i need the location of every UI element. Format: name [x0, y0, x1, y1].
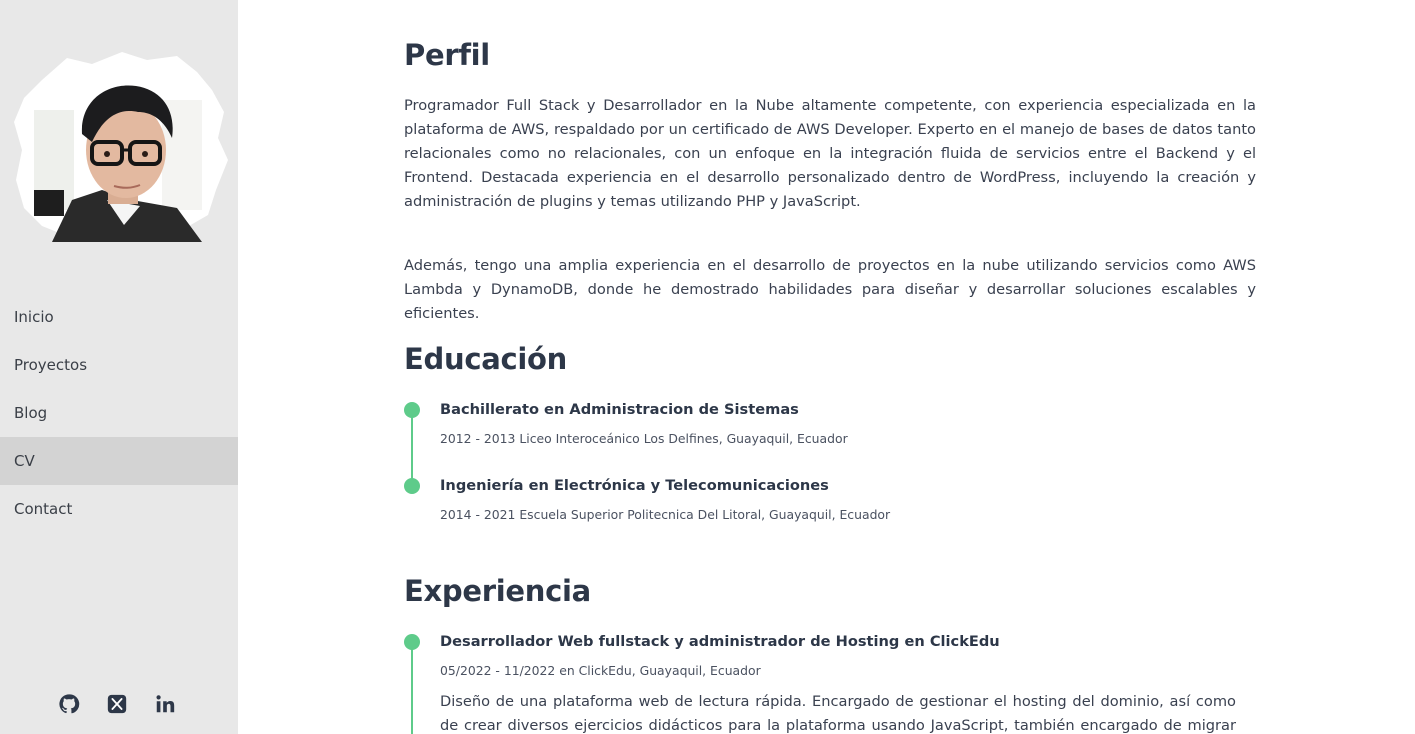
- experience-item-title: Desarrollador Web fullstack y administra…: [440, 633, 1000, 650]
- profile-photo: [14, 52, 228, 242]
- nav-item-inicio[interactable]: Inicio: [0, 293, 238, 341]
- timeline-line: [411, 640, 413, 734]
- educacion-title: Educación: [404, 342, 567, 376]
- nav-item-contact[interactable]: Contact: [0, 485, 238, 533]
- nav-item-cv[interactable]: CV: [0, 437, 238, 485]
- perfil-title: Perfil: [404, 38, 490, 72]
- github-icon[interactable]: [58, 693, 80, 715]
- experience-item-meta: 05/2022 - 11/2022 en ClickEdu, Guayaquil…: [440, 663, 761, 678]
- perfil-paragraph-2: Además, tengo una amplia experiencia en …: [404, 257, 1256, 322]
- education-item-title: Bachillerato en Administracion de Sistem…: [440, 401, 799, 418]
- nav-item-proyectos[interactable]: Proyectos: [0, 341, 238, 389]
- education-item-meta: 2012 - 2013 Liceo Interoceánico Los Delf…: [440, 431, 848, 446]
- linkedin-icon[interactable]: [154, 693, 176, 715]
- avatar: [12, 50, 230, 242]
- experience-item-description: Diseño de una plataforma web de lectura …: [440, 693, 1236, 734]
- experiencia-title: Experiencia: [404, 574, 591, 608]
- nav-item-blog[interactable]: Blog: [0, 389, 238, 437]
- timeline-line: [411, 408, 413, 486]
- timeline-dot: [404, 478, 420, 494]
- education-item-meta: 2014 - 2021 Escuela Superior Politecnica…: [440, 507, 891, 522]
- sidebar: Inicio Proyectos Blog CV Contact: [0, 0, 238, 734]
- main-nav: Inicio Proyectos Blog CV Contact: [0, 293, 238, 533]
- education-item-title: Ingeniería en Electrónica y Telecomunica…: [440, 477, 829, 494]
- timeline-dot: [404, 402, 420, 418]
- social-links: [58, 693, 176, 715]
- x-twitter-icon[interactable]: [106, 693, 128, 715]
- timeline-dot: [404, 634, 420, 650]
- perfil-paragraph-1: Programador Full Stack y Desarrollador e…: [404, 97, 1256, 210]
